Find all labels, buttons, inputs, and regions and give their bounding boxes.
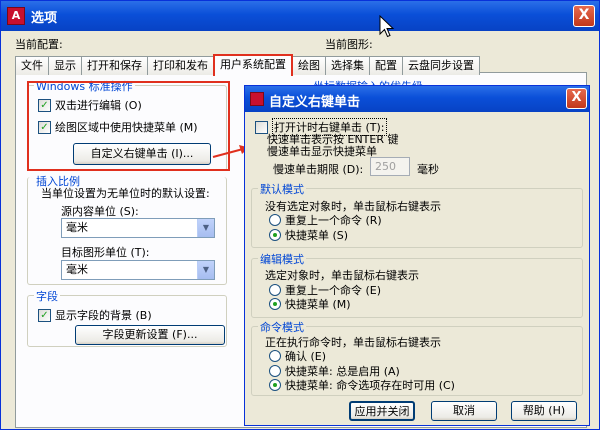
chevron-down-icon: ▼ (197, 261, 214, 279)
check-icon: ✓ (38, 308, 51, 322)
command-options-radio[interactable]: 快捷菜单: 命令选项存在时可用 (C) (269, 377, 455, 393)
command-confirm-label: 确认 (E) (285, 350, 327, 363)
source-units-select[interactable]: 毫米 ▼ (61, 218, 215, 238)
edit-mode-desc: 选定对象时，单击鼠标右键表示 (265, 269, 419, 282)
target-units-label: 目标图形单位 (T): (61, 246, 150, 259)
fields-title: 字段 (34, 288, 60, 304)
cancel-button[interactable]: 取消 (431, 401, 497, 421)
tab-user-preferences[interactable]: 用户系统配置 (213, 54, 293, 76)
field-update-settings-button[interactable]: 字段更新设置 (F)... (75, 325, 225, 345)
default-shortcut-label: 快捷菜单 (S) (285, 229, 349, 242)
shortcut-menu-label: 绘图区域中使用快捷菜单 (M) (55, 121, 198, 134)
shortcut-menu-checkbox[interactable]: ✓ 绘图区域中使用快捷菜单 (M) (38, 119, 198, 135)
target-units-value: 毫米 (66, 263, 88, 276)
radio-icon (269, 350, 281, 362)
dialog-title: 自定义右键单击 (269, 95, 361, 110)
default-repeat-radio[interactable]: 重复上一个命令 (R) (269, 212, 382, 228)
edit-shortcut-radio[interactable]: 快捷菜单 (M) (269, 296, 351, 312)
default-repeat-label: 重复上一个命令 (R) (285, 214, 382, 227)
tab-strip: 文件 显示 打开和保存 打印和发布 用户系统配置 绘图 选择集 配置 云盘同步设置 (15, 53, 480, 76)
options-title-bar[interactable]: A 选项 (1, 1, 599, 31)
check-icon: ✓ (38, 98, 51, 112)
field-background-label: 显示字段的背景 (B) (55, 309, 152, 322)
chevron-down-icon: ▼ (197, 219, 214, 237)
command-options-label: 快捷菜单: 命令选项存在时可用 (C) (285, 379, 455, 392)
check-icon: ✓ (38, 120, 51, 134)
source-units-value: 毫米 (66, 221, 88, 234)
tab-drafting[interactable]: 绘图 (292, 56, 326, 75)
radio-selected-icon (269, 379, 281, 391)
dialog-app-icon (250, 92, 264, 106)
radio-selected-icon (269, 298, 281, 310)
right-click-dialog: 自定义右键单击 X 打开计时右键单击 (T): 快速单击表示按 ENTER 键 … (244, 85, 590, 426)
custom-right-click-button[interactable]: 自定义右键单击 (I)... (73, 143, 211, 165)
current-drawing-label: 当前图形: (325, 38, 373, 51)
mouse-pointer-icon (379, 15, 395, 38)
options-close-button[interactable]: X (573, 5, 595, 27)
default-shortcut-radio[interactable]: 快捷菜单 (S) (269, 227, 348, 243)
slow-click-desc: 慢速单击显示快捷菜单 (267, 145, 377, 158)
edit-mode-title: 编辑模式 (258, 251, 306, 267)
tab-selection[interactable]: 选择集 (325, 56, 370, 75)
double-click-edit-label: 双击进行编辑 (O) (55, 99, 142, 112)
radio-icon (269, 365, 281, 377)
tab-files[interactable]: 文件 (15, 56, 49, 75)
edit-shortcut-label: 快捷菜单 (M) (285, 298, 351, 311)
insert-scale-desc: 当单位设置为无单位时的默认设置: (41, 187, 210, 200)
default-mode-title: 默认模式 (258, 181, 306, 197)
dialog-close-button[interactable]: X (566, 88, 587, 109)
target-units-select[interactable]: 毫米 ▼ (61, 260, 215, 280)
ms-unit-label: 毫秒 (417, 163, 439, 176)
field-background-checkbox[interactable]: ✓ 显示字段的背景 (B) (38, 307, 152, 323)
tab-plot-publish[interactable]: 打印和发布 (147, 56, 214, 75)
radio-icon (269, 214, 281, 226)
app-icon: A (7, 7, 25, 25)
help-button[interactable]: 帮助 (H) (511, 401, 577, 421)
source-units-label: 源内容单位 (S): (61, 205, 139, 218)
tab-profiles[interactable]: 配置 (369, 56, 403, 75)
radio-selected-icon (269, 229, 281, 241)
slow-click-limit-label: 慢速单击期限 (D): (273, 163, 364, 176)
slow-click-limit-input[interactable]: 250 (370, 157, 410, 176)
tab-cloud-sync[interactable]: 云盘同步设置 (402, 56, 480, 75)
tab-open-save[interactable]: 打开和保存 (81, 56, 148, 75)
apply-close-button[interactable]: 应用并关闭 (349, 401, 415, 421)
command-mode-title: 命令模式 (258, 319, 306, 335)
options-title: 选项 (31, 11, 58, 26)
radio-icon (269, 284, 281, 296)
double-click-edit-checkbox[interactable]: ✓ 双击进行编辑 (O) (38, 97, 142, 113)
dialog-title-bar[interactable]: 自定义右键单击 (245, 86, 589, 112)
current-config-label: 当前配置: (15, 38, 63, 51)
tab-display[interactable]: 显示 (48, 56, 82, 75)
command-confirm-radio[interactable]: 确认 (E) (269, 348, 326, 364)
